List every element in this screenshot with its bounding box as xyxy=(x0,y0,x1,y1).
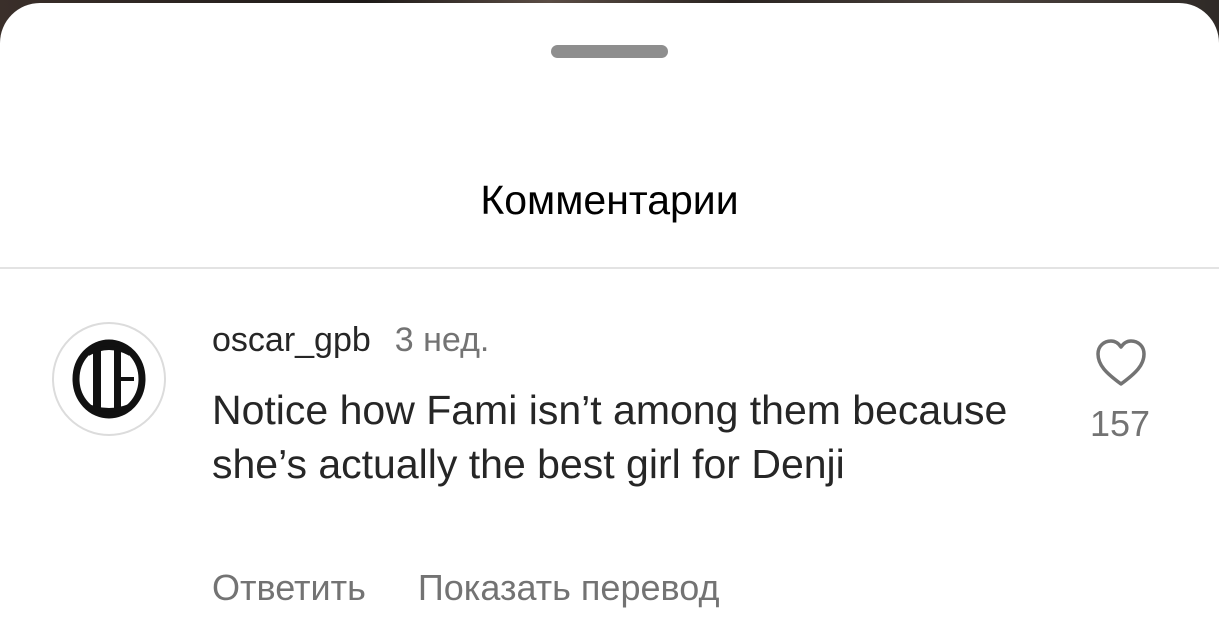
comments-sheet: Комментарии oscar_gpb 3 нед. Notice how … xyxy=(0,3,1219,636)
comment-text: Notice how Fami isn’t among them because… xyxy=(212,387,1008,487)
header-divider xyxy=(0,267,1219,269)
drag-handle[interactable] xyxy=(551,45,668,58)
like-button[interactable] xyxy=(1094,337,1148,389)
comment-timestamp: 3 нед. xyxy=(394,321,490,359)
sheet-title: Комментарии xyxy=(480,177,739,223)
avatar[interactable] xyxy=(52,322,166,436)
heart-icon xyxy=(1096,339,1146,386)
reply-button[interactable]: Ответить xyxy=(212,563,366,613)
show-translation-button[interactable]: Показать перевод xyxy=(418,563,720,613)
gothic-letter-logo-icon xyxy=(72,339,146,419)
like-count: 157 xyxy=(1089,403,1151,444)
comment-username[interactable]: oscar_gpb xyxy=(212,315,371,365)
comment-actions: Ответить Показать перевод xyxy=(212,563,719,613)
comment-meta: oscar_gpb 3 нед. xyxy=(212,315,489,365)
